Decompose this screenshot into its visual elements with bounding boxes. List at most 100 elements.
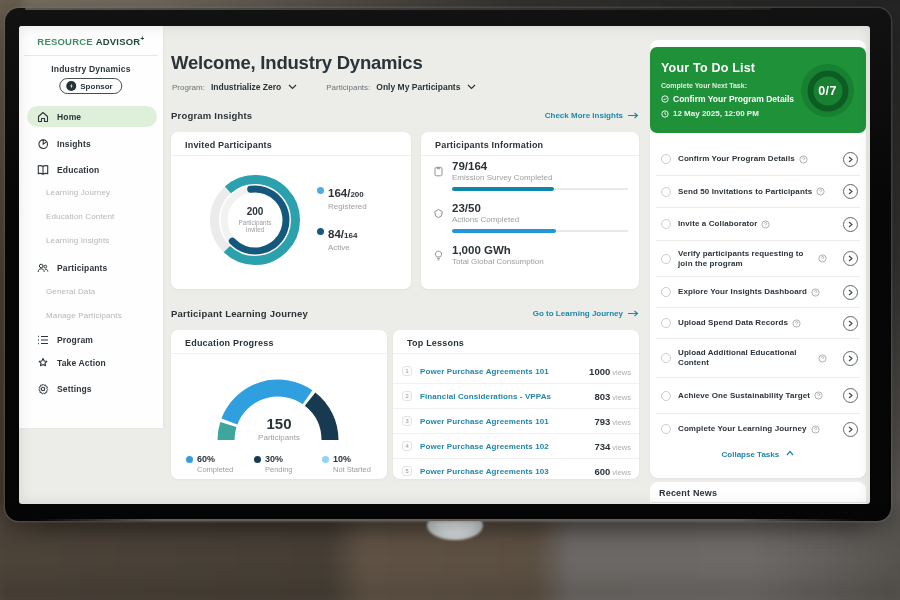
logo-separator	[24, 55, 158, 56]
education-progress-card: Education Progress 150 Participants 60% …	[171, 330, 387, 479]
lesson-link[interactable]: Power Purchase Agreements 101	[420, 417, 549, 426]
participants-filter-value[interactable]: Only My Participants	[376, 82, 460, 92]
legend-item-completed: 60% Completed	[186, 454, 233, 474]
lesson-row: 2 Financial Considerations - VPPAs 803vi…	[393, 383, 639, 408]
check-more-insights-link[interactable]: Check More Insights	[545, 111, 639, 120]
sidebar-item-learning-insights[interactable]: Learning Insights	[46, 236, 109, 245]
program-icon	[37, 334, 49, 346]
task-checkbox[interactable]	[661, 287, 671, 297]
card-title: Education Progress	[185, 338, 274, 348]
card-separator	[421, 155, 639, 156]
help-icon[interactable]	[816, 187, 825, 196]
chevron-down-icon[interactable]	[288, 84, 297, 90]
lesson-link[interactable]: Power Purchase Agreements 101	[420, 366, 549, 375]
lesson-rank: 4	[402, 441, 412, 451]
task-label: Complete Your Learning Journey	[678, 424, 807, 434]
sidebar-item-take-action[interactable]: Take Action	[27, 352, 157, 373]
help-icon[interactable]	[761, 220, 770, 229]
task-checkbox[interactable]	[661, 353, 671, 363]
app-logo: RESOURCE ADVISOR+	[19, 35, 163, 47]
task-label: Upload Additional Educational Content	[678, 348, 814, 368]
help-icon[interactable]	[818, 354, 827, 363]
task-badge-icon	[661, 95, 669, 103]
help-icon[interactable]	[818, 254, 827, 263]
invited-participants-card: Invited Participants 200 Participants In…	[171, 132, 411, 289]
lesson-link[interactable]: Power Purchase Agreements 103	[420, 467, 549, 476]
photo-background: RESOURCE ADVISOR+ Industry Dynamics Spon…	[0, 0, 900, 600]
task-checkbox[interactable]	[661, 154, 671, 164]
task-checkbox[interactable]	[661, 391, 671, 401]
task-label: Explore Your Insights Dashboard	[678, 287, 807, 297]
link-label: Go to Learning Journey	[533, 309, 623, 318]
todo-due-date: 12 May 2025, 12:00 PM	[661, 109, 759, 118]
task-row: Achieve One Sustainability Target	[656, 377, 860, 413]
sidebar-item-manage-participants[interactable]: Manage Participants	[46, 311, 122, 320]
task-open-button[interactable]	[843, 316, 858, 331]
participants-icon	[37, 262, 49, 274]
task-open-button[interactable]	[843, 422, 858, 437]
task-open-button[interactable]	[843, 184, 858, 199]
sponsor-label: Sponsor	[80, 82, 112, 91]
todo-task-list: Confirm Your Program DetailsSend 50 Invi…	[650, 143, 866, 444]
task-open-button[interactable]	[843, 285, 858, 300]
task-checkbox[interactable]	[661, 424, 671, 434]
help-icon[interactable]	[814, 391, 823, 400]
legend-item-pending: 30% Pending	[254, 454, 293, 474]
arrow-right-icon	[628, 112, 639, 119]
sponsor-badge[interactable]: Sponsor	[59, 78, 122, 94]
stat-actions-completed: 23/50 Actions Completed	[433, 202, 629, 232]
participants-information-card: Participants Information 79/164 Emission…	[421, 132, 639, 289]
help-icon[interactable]	[811, 288, 820, 297]
sidebar-item-home[interactable]: Home	[27, 106, 157, 127]
task-open-button[interactable]	[843, 217, 858, 232]
task-open-button[interactable]	[843, 388, 858, 403]
help-icon[interactable]	[811, 425, 820, 434]
lesson-link[interactable]: Power Purchase Agreements 102	[420, 442, 549, 451]
task-checkbox[interactable]	[661, 318, 671, 328]
collapse-tasks-link[interactable]: Collapse Tasks	[650, 450, 866, 459]
actions-icon	[433, 205, 444, 216]
help-icon[interactable]	[792, 319, 801, 328]
lesson-link[interactable]: Financial Considerations - VPPAs	[420, 392, 551, 401]
task-checkbox[interactable]	[661, 187, 671, 197]
logo-primary: RESOURCE	[37, 36, 92, 47]
sidebar-item-label: Home	[57, 112, 81, 122]
task-open-button[interactable]	[843, 251, 858, 266]
sidebar-item-settings[interactable]: Settings	[27, 378, 157, 399]
lesson-views: 803views	[594, 391, 631, 402]
help-icon[interactable]	[799, 155, 808, 164]
collapse-label: Collapse Tasks	[722, 450, 780, 459]
section-title-learning-journey: Participant Learning Journey	[171, 308, 308, 319]
sidebar-item-insights[interactable]: Insights	[27, 133, 157, 154]
lesson-rank: 1	[402, 366, 412, 376]
lesson-views: 600views	[594, 466, 631, 477]
chevron-down-icon[interactable]	[467, 84, 476, 90]
card-title: Invited Participants	[185, 140, 272, 150]
dashboard-screen: RESOURCE ADVISOR+ Industry Dynamics Spon…	[19, 26, 870, 504]
background-desk-shade	[0, 570, 900, 600]
task-checkbox[interactable]	[661, 219, 671, 229]
sidebar-item-general-data[interactable]: General Data	[46, 287, 95, 296]
top-lessons-card: Top Lessons 1 Power Purchase Agreements …	[393, 330, 639, 479]
legend-item-not-started: 10% Not Started	[322, 454, 371, 474]
lesson-rank: 5	[402, 466, 412, 476]
task-open-button[interactable]	[843, 351, 858, 366]
sidebar-item-learning-journey[interactable]: Learning Journey	[46, 188, 110, 197]
sidebar-item-education[interactable]: Education	[27, 159, 157, 180]
gauge-label: Participants	[171, 433, 387, 442]
go-to-learning-journey-link[interactable]: Go to Learning Journey	[533, 309, 639, 318]
task-checkbox[interactable]	[661, 254, 671, 264]
task-open-button[interactable]	[843, 152, 858, 167]
recent-news-card: Recent News	[650, 482, 866, 504]
program-filter-value[interactable]: Industrialize Zero	[211, 82, 281, 92]
lesson-row: 5 Power Purchase Agreements 103 600views	[393, 458, 639, 483]
lesson-rank: 2	[402, 391, 412, 401]
sidebar-item-label: Education	[57, 165, 99, 175]
insights-icon	[37, 138, 49, 150]
sidebar-item-program[interactable]: Program	[27, 329, 157, 350]
card-separator	[171, 353, 387, 354]
task-label: Confirm Your Program Details	[678, 154, 795, 164]
stat-total-consumption: 1,000 GWh Total Global Consumption	[433, 244, 629, 266]
sidebar-item-education-content[interactable]: Education Content	[46, 212, 114, 221]
sidebar-item-participants[interactable]: Participants	[27, 257, 157, 278]
